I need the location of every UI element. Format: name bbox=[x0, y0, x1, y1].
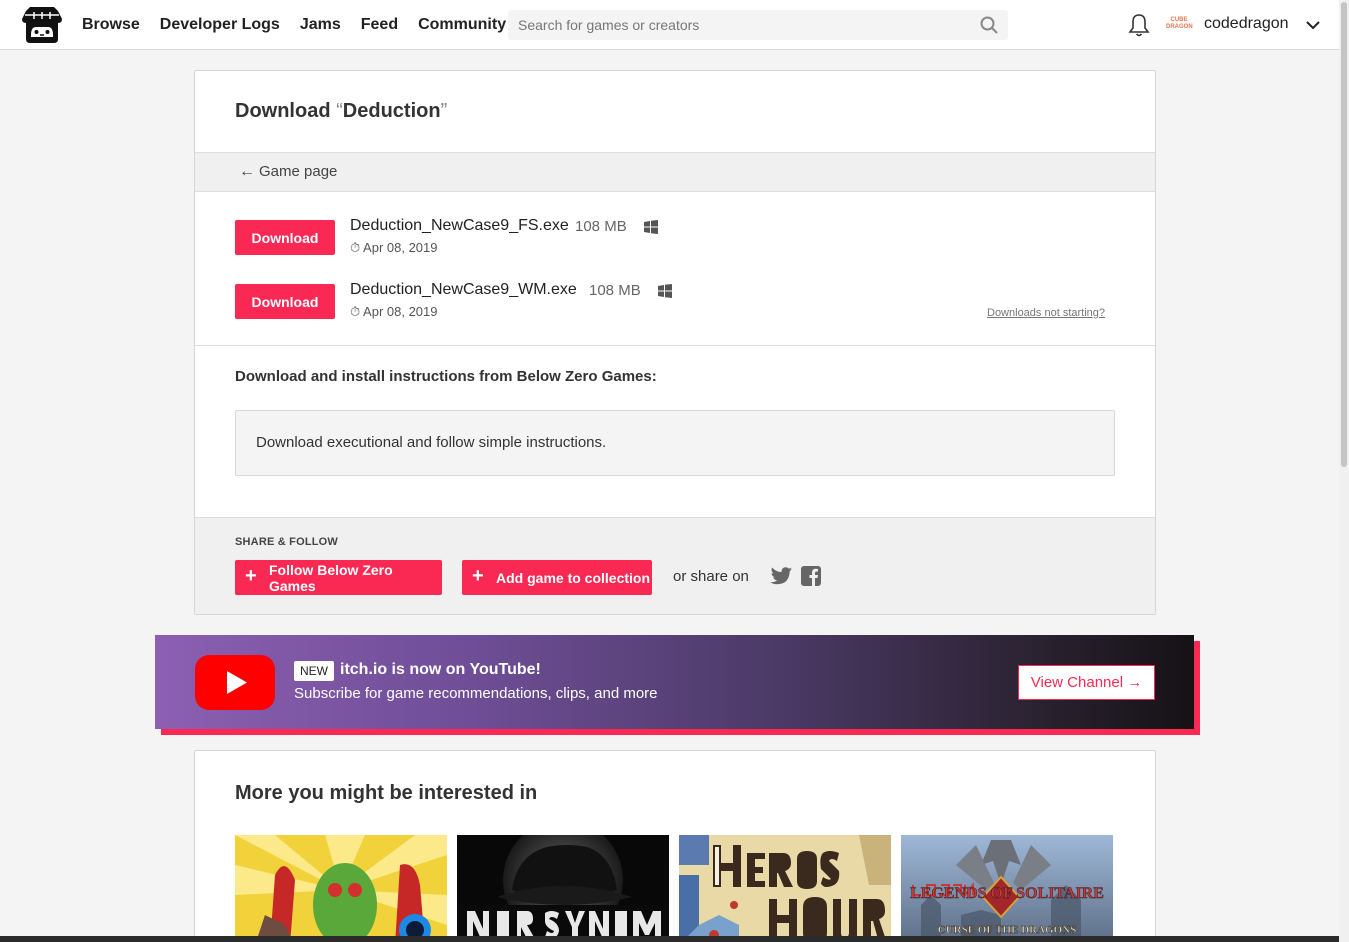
username[interactable]: codedragon bbox=[1204, 15, 1289, 33]
windows-icon bbox=[658, 284, 672, 298]
nav-feed[interactable]: Feed bbox=[361, 16, 398, 34]
twitter-icon[interactable] bbox=[770, 566, 792, 586]
back-row: ← Game page bbox=[195, 152, 1155, 192]
game-thumbnail[interactable] bbox=[457, 835, 669, 942]
upload-row: Download Deduction_NewCase9_FS.exe 108 M… bbox=[235, 217, 1115, 270]
nav-jams[interactable]: Jams bbox=[300, 16, 341, 34]
windows-icon bbox=[644, 220, 658, 234]
search-bar bbox=[508, 10, 1008, 40]
top-header: Browse Developer Logs Jams Feed Communit… bbox=[0, 0, 1339, 50]
file-date: ⏱ Apr 08, 2019 bbox=[350, 240, 438, 256]
add-to-collection-button[interactable]: + Add game to collection bbox=[462, 560, 652, 595]
scrollbar-thumb[interactable] bbox=[1341, 2, 1347, 467]
recommendations-title: More you might be interested in bbox=[235, 782, 538, 804]
svg-text:LEGENDS OF SOLITAIRE: LEGENDS OF SOLITAIRE bbox=[910, 885, 1104, 902]
close-quote: ” bbox=[440, 100, 448, 122]
game-page-label: Game page bbox=[259, 163, 338, 180]
nav-community[interactable]: Community bbox=[418, 16, 506, 34]
nav-developer-logs[interactable]: Developer Logs bbox=[160, 16, 280, 34]
game-thumbnail-art: LEGENDS OF SOLITAIRE CURSE OF THE DRAGON… bbox=[901, 835, 1113, 942]
main-nav: Browse Developer Logs Jams Feed Communit… bbox=[82, 0, 526, 50]
avatar-text: CUBE DRAGON bbox=[1166, 17, 1193, 30]
facebook-icon[interactable] bbox=[800, 565, 822, 587]
plus-icon: + bbox=[472, 565, 484, 587]
file-name: Deduction_NewCase9_WM.exe bbox=[350, 281, 577, 298]
new-badge: NEW bbox=[294, 661, 334, 681]
nav-browse[interactable]: Browse bbox=[82, 16, 140, 34]
download-card: Download “Deduction” ← Game page Download… bbox=[194, 70, 1156, 615]
clock-icon: ⏱ bbox=[350, 240, 361, 255]
arrow-left-icon: ← bbox=[239, 163, 255, 180]
instructions-box: Download executional and follow simple i… bbox=[235, 410, 1115, 476]
youtube-subtitle: Subscribe for game recommendations, clip… bbox=[294, 685, 658, 702]
download-button[interactable]: Download bbox=[235, 284, 335, 319]
divider bbox=[195, 345, 1155, 346]
instructions-text: Download executional and follow simple i… bbox=[256, 434, 607, 451]
upload-row: Download Deduction_NewCase9_WM.exe 108 M… bbox=[235, 281, 1115, 334]
download-button[interactable]: Download bbox=[235, 220, 335, 255]
share-follow-section: SHARE & FOLLOW + Follow Below Zero Games … bbox=[195, 517, 1155, 614]
file-date: ⏱ Apr 08, 2019 bbox=[350, 304, 438, 320]
chevron-down-icon[interactable] bbox=[1304, 16, 1322, 34]
follow-label: Follow Below Zero Games bbox=[269, 561, 393, 594]
share-label: SHARE & FOLLOW bbox=[235, 536, 339, 548]
page-title: Download “Deduction” bbox=[235, 100, 447, 123]
youtube-logo-icon[interactable] bbox=[195, 655, 275, 710]
file-size: 108 MB bbox=[575, 218, 627, 235]
itch-logo-icon[interactable] bbox=[22, 7, 62, 43]
recommendations-card: More you might be interested in LEGENDS … bbox=[194, 750, 1156, 942]
view-channel-button[interactable]: View Channel → bbox=[1018, 665, 1155, 700]
bottom-bar bbox=[0, 936, 1339, 942]
file-size: 108 MB bbox=[589, 282, 641, 299]
downloads-not-starting-link[interactable]: Downloads not starting? bbox=[987, 307, 1105, 319]
search-icon[interactable] bbox=[980, 16, 998, 34]
file-date-text: Apr 08, 2019 bbox=[363, 304, 438, 319]
game-thumbnail-art bbox=[457, 835, 669, 942]
file-name: Deduction_NewCase9_FS.exe bbox=[350, 217, 569, 234]
share-on-label: or share on bbox=[673, 568, 749, 585]
svg-text:CURSE OF THE DRAGONS: CURSE OF THE DRAGONS bbox=[938, 924, 1076, 936]
open-quote: “ bbox=[336, 100, 343, 122]
instructions-title: Download and install instructions from B… bbox=[235, 368, 657, 385]
collection-label: Add game to collection bbox=[496, 569, 651, 586]
game-thumbnail[interactable]: LEGENDS OF SOLITAIRE CURSE OF THE DRAGON… bbox=[901, 835, 1113, 942]
avatar[interactable]: CUBE DRAGON bbox=[1166, 13, 1193, 37]
game-thumbnail[interactable] bbox=[235, 835, 447, 942]
youtube-banner: NEW itch.io is now on YouTube! Subscribe… bbox=[155, 635, 1194, 729]
clock-icon: ⏱ bbox=[350, 304, 361, 319]
plus-icon: + bbox=[245, 565, 257, 587]
file-date-text: Apr 08, 2019 bbox=[363, 240, 438, 255]
search-input[interactable] bbox=[508, 10, 968, 40]
follow-button[interactable]: + Follow Below Zero Games bbox=[235, 560, 442, 595]
game-thumbnail-art bbox=[679, 835, 891, 942]
title-prefix: Download bbox=[235, 100, 337, 122]
game-thumbnail-art bbox=[235, 835, 447, 942]
youtube-title: itch.io is now on YouTube! bbox=[340, 661, 541, 678]
game-name: Deduction bbox=[342, 100, 441, 122]
game-page-link[interactable]: ← Game page bbox=[239, 163, 337, 181]
notification-bell-icon[interactable] bbox=[1128, 13, 1150, 37]
game-thumbnail[interactable] bbox=[679, 835, 891, 942]
